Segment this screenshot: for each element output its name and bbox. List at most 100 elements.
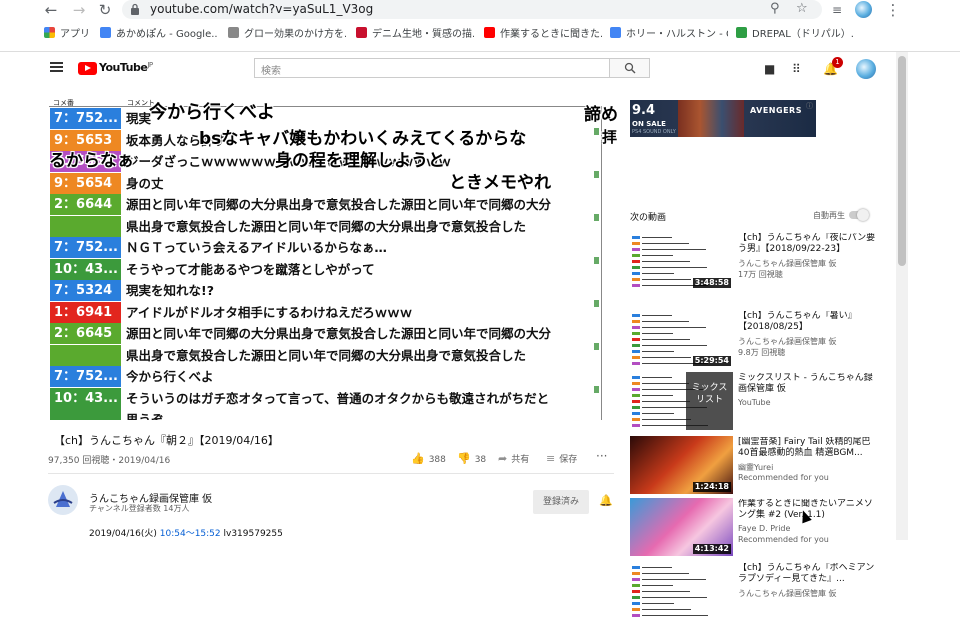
share-button[interactable]: ➦ 共有 <box>498 452 529 465</box>
channel-name: Faye D. Pride <box>738 524 791 533</box>
more-actions-icon[interactable]: ··· <box>596 449 607 463</box>
site-icon <box>356 27 367 38</box>
autoplay-label: 自動再生 <box>813 211 845 220</box>
video-title[interactable]: 【ch】うんこちゃん『夜にパン要う男』【2018/09/22-23】 <box>738 233 878 255</box>
forward-icon[interactable]: → <box>70 1 88 19</box>
thumbnail-detail <box>642 413 674 414</box>
thumbnail-detail <box>642 357 691 358</box>
menu-icon[interactable]: ⋮ <box>884 1 902 19</box>
comment-number-badge: 7：752... <box>50 366 121 387</box>
subscribed-button[interactable]: 登録済み <box>533 490 589 514</box>
comment-number-badge: 9：5654 <box>50 172 121 194</box>
search-button[interactable] <box>610 58 650 78</box>
thumbnail-detail <box>642 339 690 340</box>
comment-row: 7：752... 今から行くべよ <box>50 366 600 387</box>
thumbnail-detail <box>642 383 689 384</box>
video-thumbnail[interactable]: 1:24:18 <box>630 436 733 494</box>
video-thumbnail[interactable] <box>630 562 733 620</box>
thumbnail-detail <box>642 395 673 396</box>
search-input[interactable]: 検索 <box>254 58 610 78</box>
thumbnail-detail <box>632 362 640 365</box>
bookmark-item[interactable]: 作業するときに聞きた... <box>484 27 602 43</box>
youtube-page: YouTubeJP 検索 ■ ⠿ 🔔 1 コメ番 コメント 7：752... 現実… <box>34 52 896 620</box>
thumbnail-detail <box>632 344 640 347</box>
thumbnail-detail <box>632 278 640 281</box>
star-icon[interactable]: ☆ <box>796 1 808 16</box>
channel-logo-icon <box>53 491 73 507</box>
video-thumbnail[interactable]: ミックス リスト <box>630 372 733 430</box>
page-scrollbar[interactable] <box>896 52 908 540</box>
ad-close-icon[interactable]: ⓘ <box>806 101 813 111</box>
thumbnail-detail <box>642 261 690 262</box>
thumbnail-detail <box>642 243 689 244</box>
thumbnail-detail <box>632 614 640 617</box>
recommended-video[interactable]: 4:13:42 作業するときに聞きたいアニメソング集 #2 (Ver. 1.1) F… <box>630 498 880 558</box>
lock-icon <box>131 3 139 15</box>
thumbnail-detail <box>642 597 707 598</box>
comment-row: 10：43... そうやって才能あるやつを蹴落としやがって <box>50 258 600 280</box>
thumbnail-detail <box>642 315 672 316</box>
thumbnail-detail <box>632 584 640 587</box>
autoplay-toggle[interactable] <box>849 209 869 221</box>
video-player[interactable]: コメ番 コメント 7：752... 現実 9：5653 坂本勇人なら許す 4：5651 ジ… <box>49 98 615 420</box>
thumbnail-detail <box>632 338 640 341</box>
bookmark-item[interactable]: ホリー・ハルストン - Go... <box>610 27 728 43</box>
video-title[interactable]: 【ch】うんこちゃん『ボヘミアンラプソディー見てきた』... <box>738 563 878 585</box>
thumbnail-detail <box>642 267 707 268</box>
thumbnail-detail <box>632 602 640 605</box>
video-title[interactable]: [幽霊音楽] Fairy Tail 妖精的尾巴 40首最感動的熱血 精選BGM.… <box>738 437 878 459</box>
recommended-video[interactable]: 【ch】うんこちゃん『ボヘミアンラプソディー見てきた』... うんこちゃん録画保管… <box>630 562 880 622</box>
comment-row: 2：6644 源田と同い年で同郷の大分県出身で意気投合した源田と同い年で同郷の大分 <box>50 194 600 215</box>
hamburger-menu-icon[interactable] <box>50 62 63 72</box>
back-icon[interactable]: ← <box>42 1 60 19</box>
save-button[interactable]: ≡ 保存 <box>546 452 577 465</box>
thumbs-down-icon: 👎 <box>457 452 471 465</box>
thumbnail-detail <box>632 590 640 593</box>
thumbnail-detail <box>642 591 690 592</box>
video-title[interactable]: ミックスリスト - うんこちゃん録画保管庫 仮 <box>738 373 878 395</box>
dislike-button[interactable]: 👎 38 <box>457 452 486 465</box>
scrollbar-thumb[interactable] <box>898 56 906 266</box>
bookmark-item[interactable]: グロー効果のかけ方を... <box>228 27 346 43</box>
bookmark-item[interactable]: デニム生地・質感の描... <box>356 27 474 43</box>
ad-banner[interactable]: 9.4 ON SALE PS4 SOUND ONLY AVENGERS <box>630 100 816 137</box>
frame-divider <box>49 106 601 107</box>
reading-list-icon[interactable]: ≡ <box>828 1 846 19</box>
apps-grid-icon[interactable]: ⠿ <box>792 62 801 76</box>
bookmark-item[interactable]: DREPAL（ドリパル）... <box>736 27 854 43</box>
account-avatar[interactable] <box>856 59 876 79</box>
zoom-icon[interactable]: ⚲ <box>770 1 780 16</box>
thumbnail-detail <box>642 345 707 346</box>
recommended-video[interactable]: 5:29:54 【ch】うんこちゃん『暑い』【2018/08/25】 うんこちゃん録… <box>630 310 880 370</box>
bookmark-item[interactable]: あかめぽん - Google... <box>100 27 218 43</box>
recommended-video[interactable]: ミックス リスト ミックスリスト - うんこちゃん録画保管庫 仮 YouTube <box>630 372 880 432</box>
recommended-video[interactable]: 1:24:18 [幽霊音楽] Fairy Tail 妖精的尾巴 40首最感動的熱血… <box>630 436 880 496</box>
profile-avatar[interactable] <box>855 1 872 18</box>
video-thumbnail[interactable]: 3:48:58 <box>630 232 733 290</box>
bookmark-apps[interactable]: アプリ <box>44 27 90 43</box>
comment-number-badge: 7：752... <box>50 108 121 129</box>
channel-bell-icon[interactable]: 🔔 <box>599 494 613 507</box>
video-thumbnail[interactable]: 5:29:54 <box>630 310 733 368</box>
view-count: 97,350 回視聴・2019/04/16 <box>48 456 171 466</box>
like-button[interactable]: 👍 388 <box>411 452 446 465</box>
omnibox[interactable]: youtube.com/watch?v=yaSuL1_V3og ⚲ ☆ <box>122 0 822 19</box>
thumbnail-detail <box>642 255 673 256</box>
danmaku-comment: るからなぁ <box>49 151 134 171</box>
reload-icon[interactable]: ↻ <box>96 1 114 19</box>
thumbnail-detail <box>632 596 640 599</box>
address-bar-row: ← → ↻ youtube.com/watch?v=yaSuL1_V3og ⚲ … <box>0 0 960 22</box>
thumbnail-detail <box>642 327 706 328</box>
comment-number-badge: 2：6645 <box>50 323 121 344</box>
recommended-video[interactable]: 3:48:58 【ch】うんこちゃん『夜にパン要う男』【2018/09/22-23… <box>630 232 880 292</box>
channel-name: うんこちゃん録画保管庫 仮 <box>738 259 837 268</box>
timestamp-link[interactable]: 10:54～15:52 <box>160 529 221 539</box>
thumbnail-detail <box>642 615 708 616</box>
thumbnail-detail <box>632 578 640 581</box>
video-title[interactable]: 【ch】うんこちゃん『暑い』【2018/08/25】 <box>738 311 878 333</box>
channel-avatar[interactable] <box>48 485 78 515</box>
thumbs-up-icon: 👍 <box>411 452 425 465</box>
create-video-icon[interactable]: ■ <box>764 62 775 76</box>
video-thumbnail[interactable]: 4:13:42 <box>630 498 733 556</box>
thumbnail-detail <box>642 585 673 586</box>
